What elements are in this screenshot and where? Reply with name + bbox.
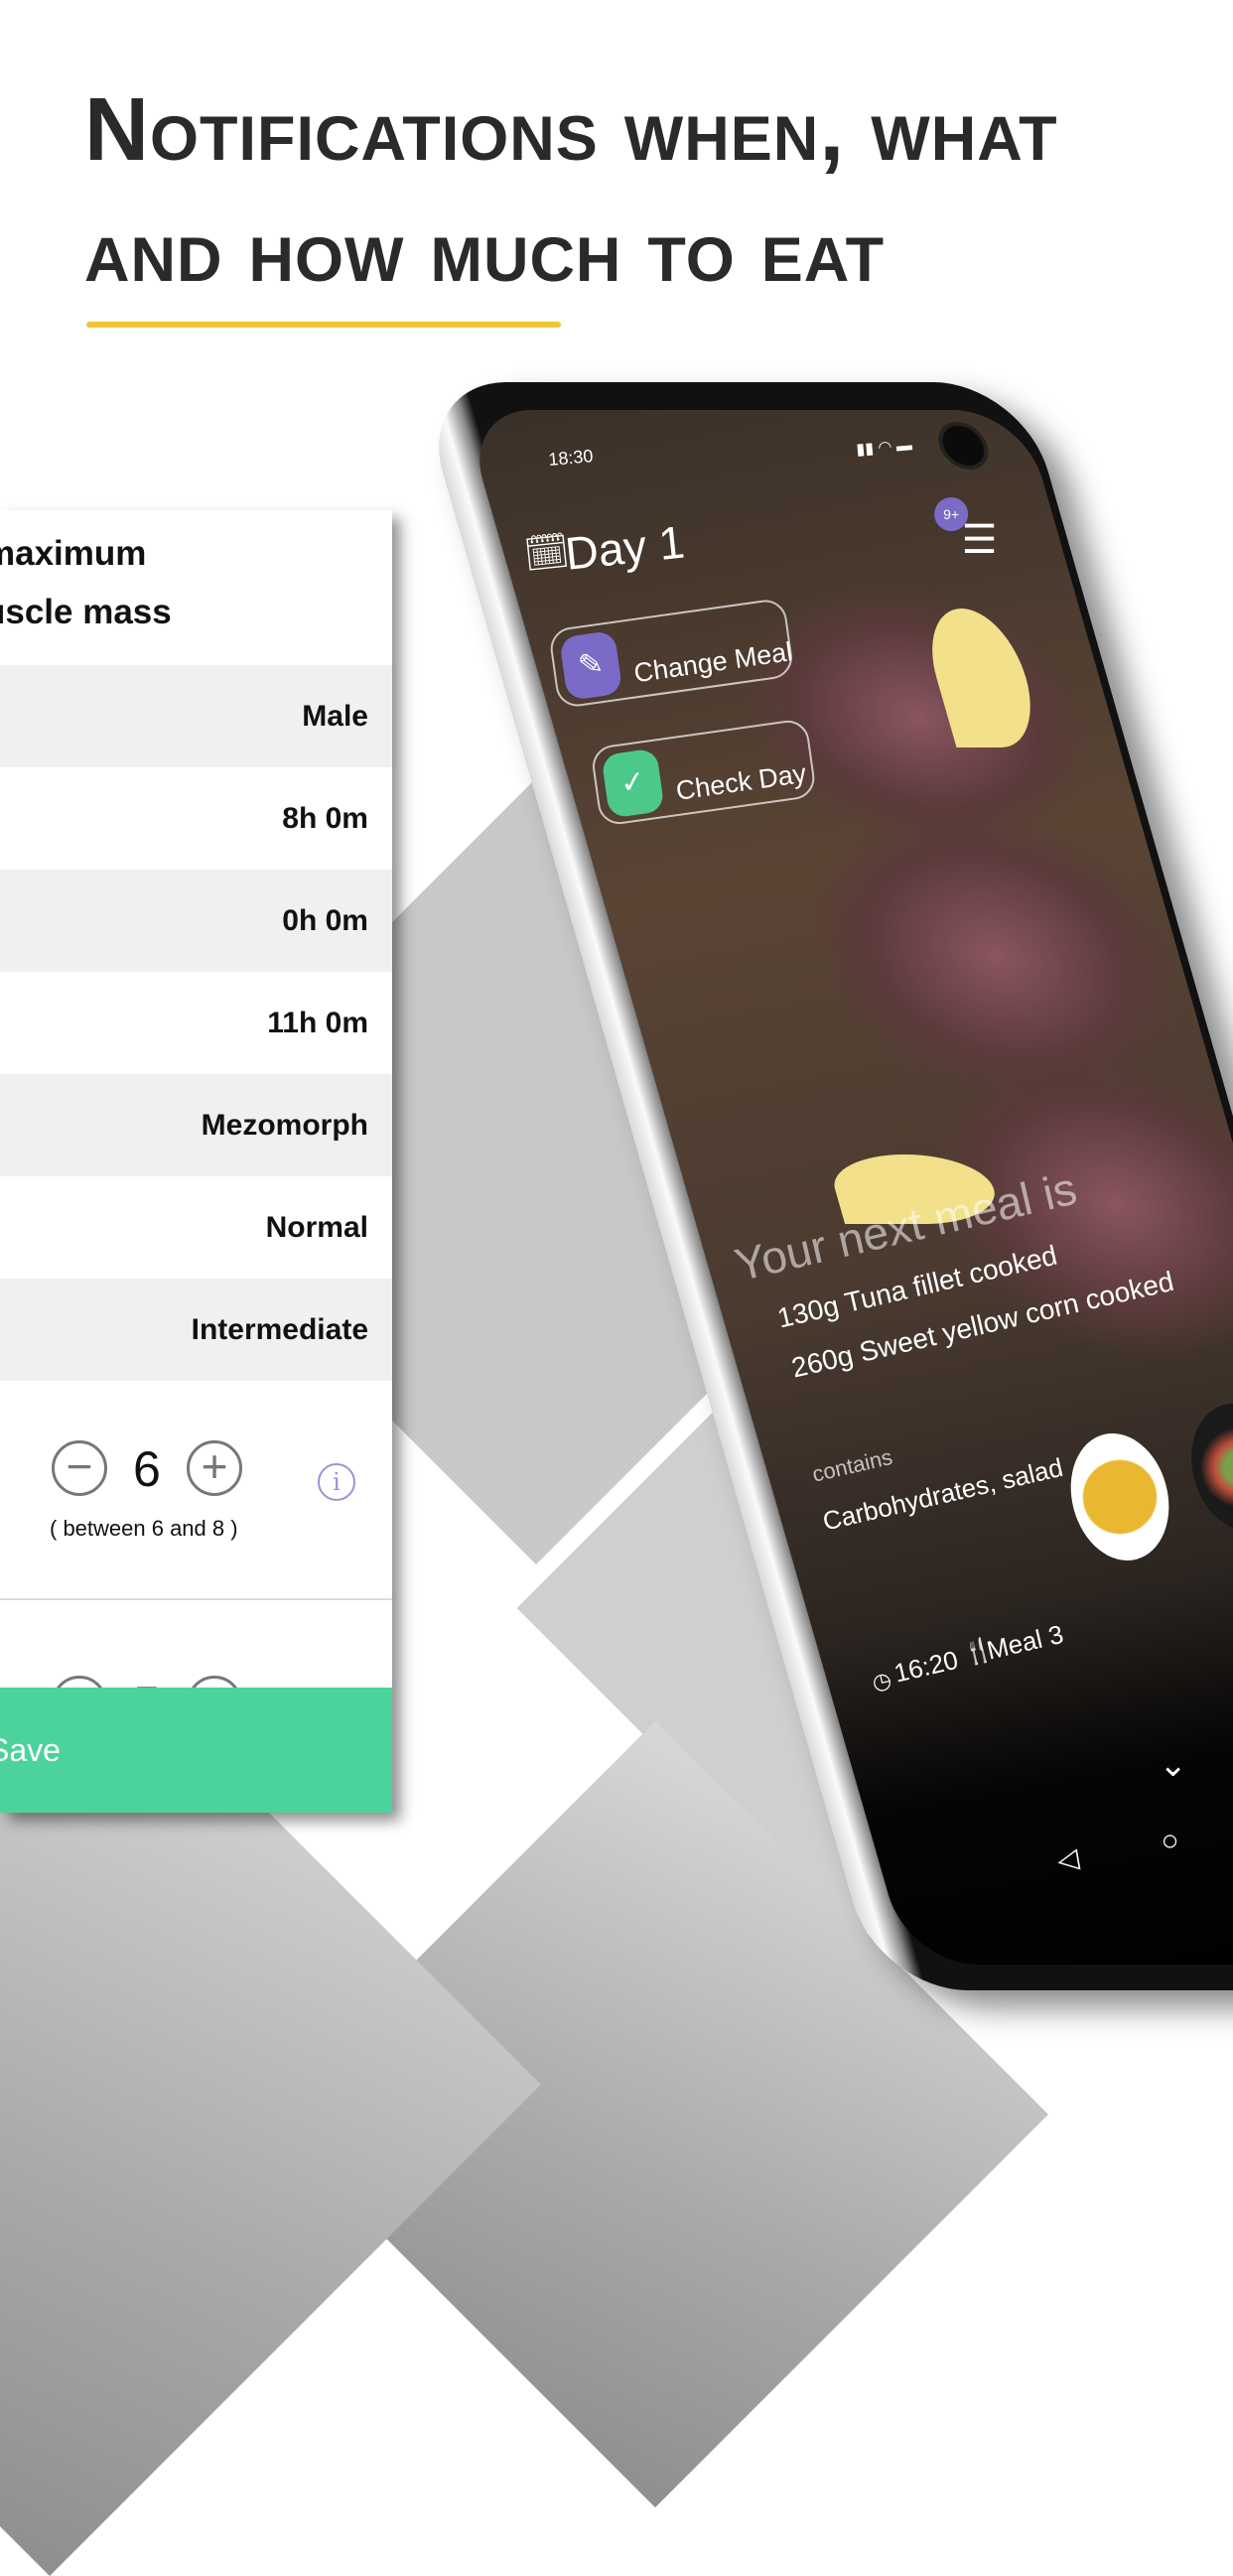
salad-image — [1177, 1392, 1233, 1543]
save-button[interactable]: Save — [0, 1688, 392, 1813]
menu-icon[interactable]: ☰ — [962, 517, 998, 563]
meals-stepper: − 6 + ( between 6 and 8 ) i — [0, 1381, 392, 1602]
nav-home-icon[interactable]: ○ — [1162, 1825, 1179, 1858]
heading-line-1: Notifications when, what — [84, 80, 1058, 180]
plus-circle-icon[interactable]: + — [187, 1440, 242, 1496]
goal-line-1: maximum — [0, 534, 147, 573]
heading-line-2: and how much to eat — [84, 202, 886, 301]
status-time: 18:30 — [547, 446, 595, 470]
status-icons: ▮▮ ◠ ▬ — [855, 437, 913, 459]
pencil-icon: ✎ — [559, 629, 623, 701]
setting-row-gender[interactable]: Male — [0, 665, 392, 767]
check-circle-icon: ✓ — [601, 747, 665, 819]
front-camera — [932, 422, 995, 470]
day-title: Day 1 — [562, 515, 687, 580]
meal-name: Meal 3 — [984, 1618, 1066, 1666]
goal-text: maximum uscle mass — [0, 510, 392, 665]
stepper-value: 6 — [133, 1441, 161, 1497]
minus-circle-icon[interactable]: − — [52, 1440, 107, 1496]
setting-row-activity[interactable]: Normal — [0, 1176, 392, 1279]
setting-row-body-type[interactable]: Mezomorph — [0, 1074, 392, 1176]
contains-label: contains — [809, 1443, 895, 1487]
goal-line-2: uscle mass — [0, 593, 172, 631]
chevron-down-icon[interactable]: ⌄ — [1159, 1745, 1187, 1785]
info-icon[interactable]: i — [318, 1463, 355, 1501]
check-day-label: Check Day — [673, 757, 808, 806]
setting-row-level[interactable]: Intermediate — [0, 1279, 392, 1381]
clock-icon: ◷ — [869, 1667, 894, 1695]
setting-row-time[interactable]: 0h 0m — [0, 870, 392, 972]
meal-time: 16:20 — [890, 1644, 961, 1689]
page-heading: Notifications when, what and how much to… — [84, 69, 1176, 312]
setting-row-time[interactable]: 11h 0m — [0, 972, 392, 1074]
settings-panel: maximum uscle mass Male 8h 0m 0h 0m 11h … — [0, 510, 392, 1813]
nav-back-icon[interactable]: ◁ — [1054, 1841, 1081, 1877]
heading-underline — [86, 322, 561, 328]
setting-row-sleep[interactable]: 8h 0m — [0, 767, 392, 870]
save-label: Save — [0, 1732, 61, 1768]
stepper-range: ( between 6 and 8 ) — [50, 1516, 238, 1541]
corn-image — [1056, 1422, 1183, 1572]
